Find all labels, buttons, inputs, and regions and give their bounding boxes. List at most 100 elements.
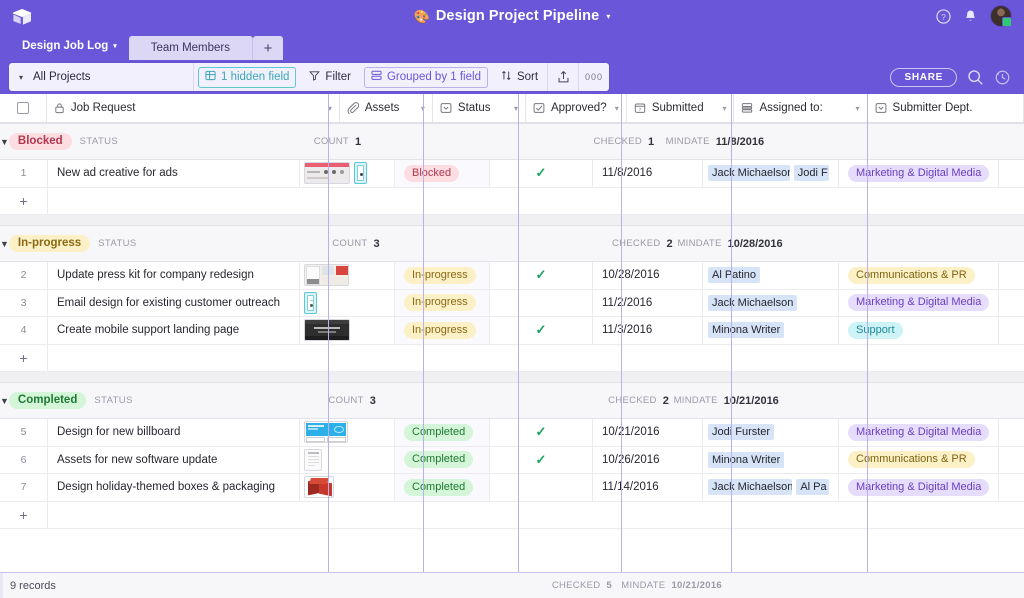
cell-assets[interactable] — [300, 289, 395, 316]
asset-thumbnail[interactable] — [304, 162, 350, 185]
cell-submitter-dept[interactable]: Marketing & Digital Media — [839, 289, 999, 316]
group-header[interactable]: ▼ Blocked STATUS COUNT 1 CHECKED 1 MINDATE 11/8/… — [0, 123, 1024, 160]
plus-icon[interactable]: + — [0, 187, 48, 214]
revision-history-icon[interactable] — [994, 69, 1011, 86]
add-table-button[interactable]: + — [253, 36, 284, 60]
table-row[interactable]: 4 Create mobile support landing page In-pr… — [0, 317, 1024, 345]
field-header-approved[interactable]: Approved? ▾ — [526, 94, 627, 122]
view-switcher[interactable]: ▾ All Projects — [9, 63, 194, 91]
field-header-assigned-to[interactable]: Assigned to: ▾ — [734, 94, 868, 122]
cell-job-request[interactable]: Design for new billboard — [48, 419, 300, 446]
group-collapse-toggle[interactable]: ▼ — [0, 137, 9, 147]
search-icon[interactable] — [967, 69, 984, 86]
chevron-down-icon[interactable]: ▾ — [328, 104, 332, 113]
group-assigned-summary[interactable] — [773, 124, 909, 159]
cell-submitted[interactable]: 11/2/2016 — [593, 289, 703, 316]
group-checked-summary[interactable]: CHECKED 2 — [575, 383, 678, 418]
add-record-row[interactable]: + — [0, 344, 1024, 372]
group-assets-summary[interactable] — [370, 124, 465, 159]
cell-submitted[interactable]: 11/3/2016 — [593, 317, 703, 344]
asset-thumbnail[interactable] — [354, 162, 367, 185]
group-checked-summary[interactable]: CHECKED 2 — [579, 226, 682, 261]
add-record-area[interactable] — [48, 502, 1024, 529]
cell-job-request[interactable]: Design holiday-themed boxes & packaging — [48, 474, 300, 501]
group-dept-summary[interactable] — [909, 124, 1024, 159]
table-row[interactable]: 3 Email design for existing customer outr… — [0, 289, 1024, 317]
chevron-down-icon[interactable]: ▾ — [606, 12, 610, 21]
group-checked-summary[interactable]: CHECKED 1 — [560, 124, 663, 159]
cell-assets[interactable] — [300, 160, 395, 187]
cell-approved[interactable] — [490, 474, 593, 501]
add-record-row[interactable]: + — [0, 501, 1024, 529]
field-header-assets[interactable]: Assets ▾ — [340, 94, 433, 122]
chevron-down-icon[interactable]: ▾ — [615, 104, 619, 113]
cell-status[interactable]: Blocked — [395, 160, 490, 187]
row-number[interactable]: 1 — [0, 160, 48, 187]
cell-assets[interactable] — [300, 446, 395, 473]
table-row[interactable]: 6 Assets for new software update Completed… — [0, 446, 1024, 474]
cell-assigned-to[interactable]: Jack Michaelson Al Pa — [703, 474, 839, 501]
group-collapse-toggle[interactable]: ▼ — [0, 239, 9, 249]
cell-submitter-dept[interactable]: Marketing & Digital Media — [839, 160, 999, 187]
group-collapse-toggle[interactable]: ▼ — [0, 396, 9, 406]
table-row[interactable]: 1 New ad creative for ads Blocked ✓ 11/8/201… — [0, 160, 1024, 188]
cell-assigned-to[interactable]: Al Patino — [703, 262, 839, 289]
group-mindate-summary[interactable]: MINDATE 11/8/2016 — [663, 124, 773, 159]
asset-thumbnail[interactable] — [304, 264, 349, 287]
cell-approved[interactable] — [490, 289, 593, 316]
notification-bell-icon[interactable] — [964, 9, 977, 24]
row-number[interactable]: 4 — [0, 317, 48, 344]
cell-assigned-to[interactable]: Jodi Furster — [703, 419, 839, 446]
row-number[interactable]: 2 — [0, 262, 48, 289]
cell-assets[interactable] — [300, 317, 395, 344]
cell-submitter-dept[interactable]: Marketing & Digital Media — [839, 419, 999, 446]
row-number[interactable]: 5 — [0, 419, 48, 446]
field-header-submitter-dept[interactable]: Submitter Dept. — [868, 94, 1024, 122]
field-header-job-request[interactable]: Job Request ▾ — [47, 94, 340, 122]
cell-status[interactable]: In-progress — [395, 317, 490, 344]
share-view-icon[interactable] — [548, 63, 578, 91]
cell-approved[interactable]: ✓ — [490, 160, 593, 187]
table-row[interactable]: 2 Update press kit for company redesign In… — [0, 262, 1024, 290]
group-count-summary[interactable]: COUNT 3 — [147, 226, 389, 261]
cell-submitter-dept[interactable]: Communications & PR — [839, 262, 999, 289]
hidden-fields-button[interactable]: 1 hidden field — [198, 66, 297, 88]
row-number[interactable]: 6 — [0, 446, 48, 473]
group-button[interactable]: Grouped by 1 field — [363, 66, 488, 88]
field-header-submitted[interactable]: 7 Submitted ▾ — [627, 94, 735, 122]
add-record-area[interactable] — [48, 188, 1024, 215]
group-status-summary[interactable] — [480, 383, 575, 418]
cell-approved[interactable]: ✓ — [490, 317, 593, 344]
view-selector-design-job-log[interactable]: Design Job Log ▾ — [10, 32, 129, 60]
cell-job-request[interactable]: Assets for new software update — [48, 446, 300, 473]
share-button[interactable]: SHARE — [890, 67, 957, 87]
cell-submitter-dept[interactable]: Support — [839, 317, 999, 344]
chevron-down-icon[interactable]: ▾ — [514, 104, 518, 113]
filter-button[interactable]: Filter — [300, 63, 360, 91]
row-number[interactable]: 7 — [0, 474, 48, 501]
cell-approved[interactable]: ✓ — [490, 262, 593, 289]
cell-submitted[interactable]: 10/26/2016 — [593, 446, 703, 473]
group-count-summary[interactable]: COUNT 1 — [128, 124, 370, 159]
cell-submitter-dept[interactable]: Marketing & Digital Media — [839, 474, 999, 501]
question-mark-icon[interactable]: ? — [936, 8, 951, 24]
group-dept-summary[interactable] — [928, 226, 1024, 261]
plus-icon[interactable]: + — [0, 501, 48, 528]
cell-status[interactable]: In-progress — [395, 262, 490, 289]
asset-thumbnail[interactable] — [304, 319, 350, 342]
airtable-logo[interactable] — [0, 8, 44, 25]
cell-status[interactable]: Completed — [395, 446, 490, 473]
group-assets-summary[interactable] — [389, 226, 484, 261]
group-assets-summary[interactable] — [385, 383, 480, 418]
cell-job-request[interactable]: Email design for existing customer outre… — [48, 289, 300, 316]
table-row[interactable]: 7 Design holiday-themed boxes & packaging… — [0, 474, 1024, 502]
cell-submitted[interactable]: 11/8/2016 — [593, 160, 703, 187]
cell-status[interactable]: In-progress — [395, 289, 490, 316]
cell-submitted[interactable]: 11/14/2016 — [593, 474, 703, 501]
plus-icon[interactable]: + — [0, 344, 48, 371]
cell-status[interactable]: Completed — [395, 419, 490, 446]
group-assigned-summary[interactable] — [788, 383, 924, 418]
asset-thumbnail[interactable] — [304, 448, 322, 471]
user-avatar[interactable] — [990, 5, 1012, 27]
group-header[interactable]: ▼ In-progress STATUS COUNT 3 CHECKED 2 MINDATE 1… — [0, 225, 1024, 262]
